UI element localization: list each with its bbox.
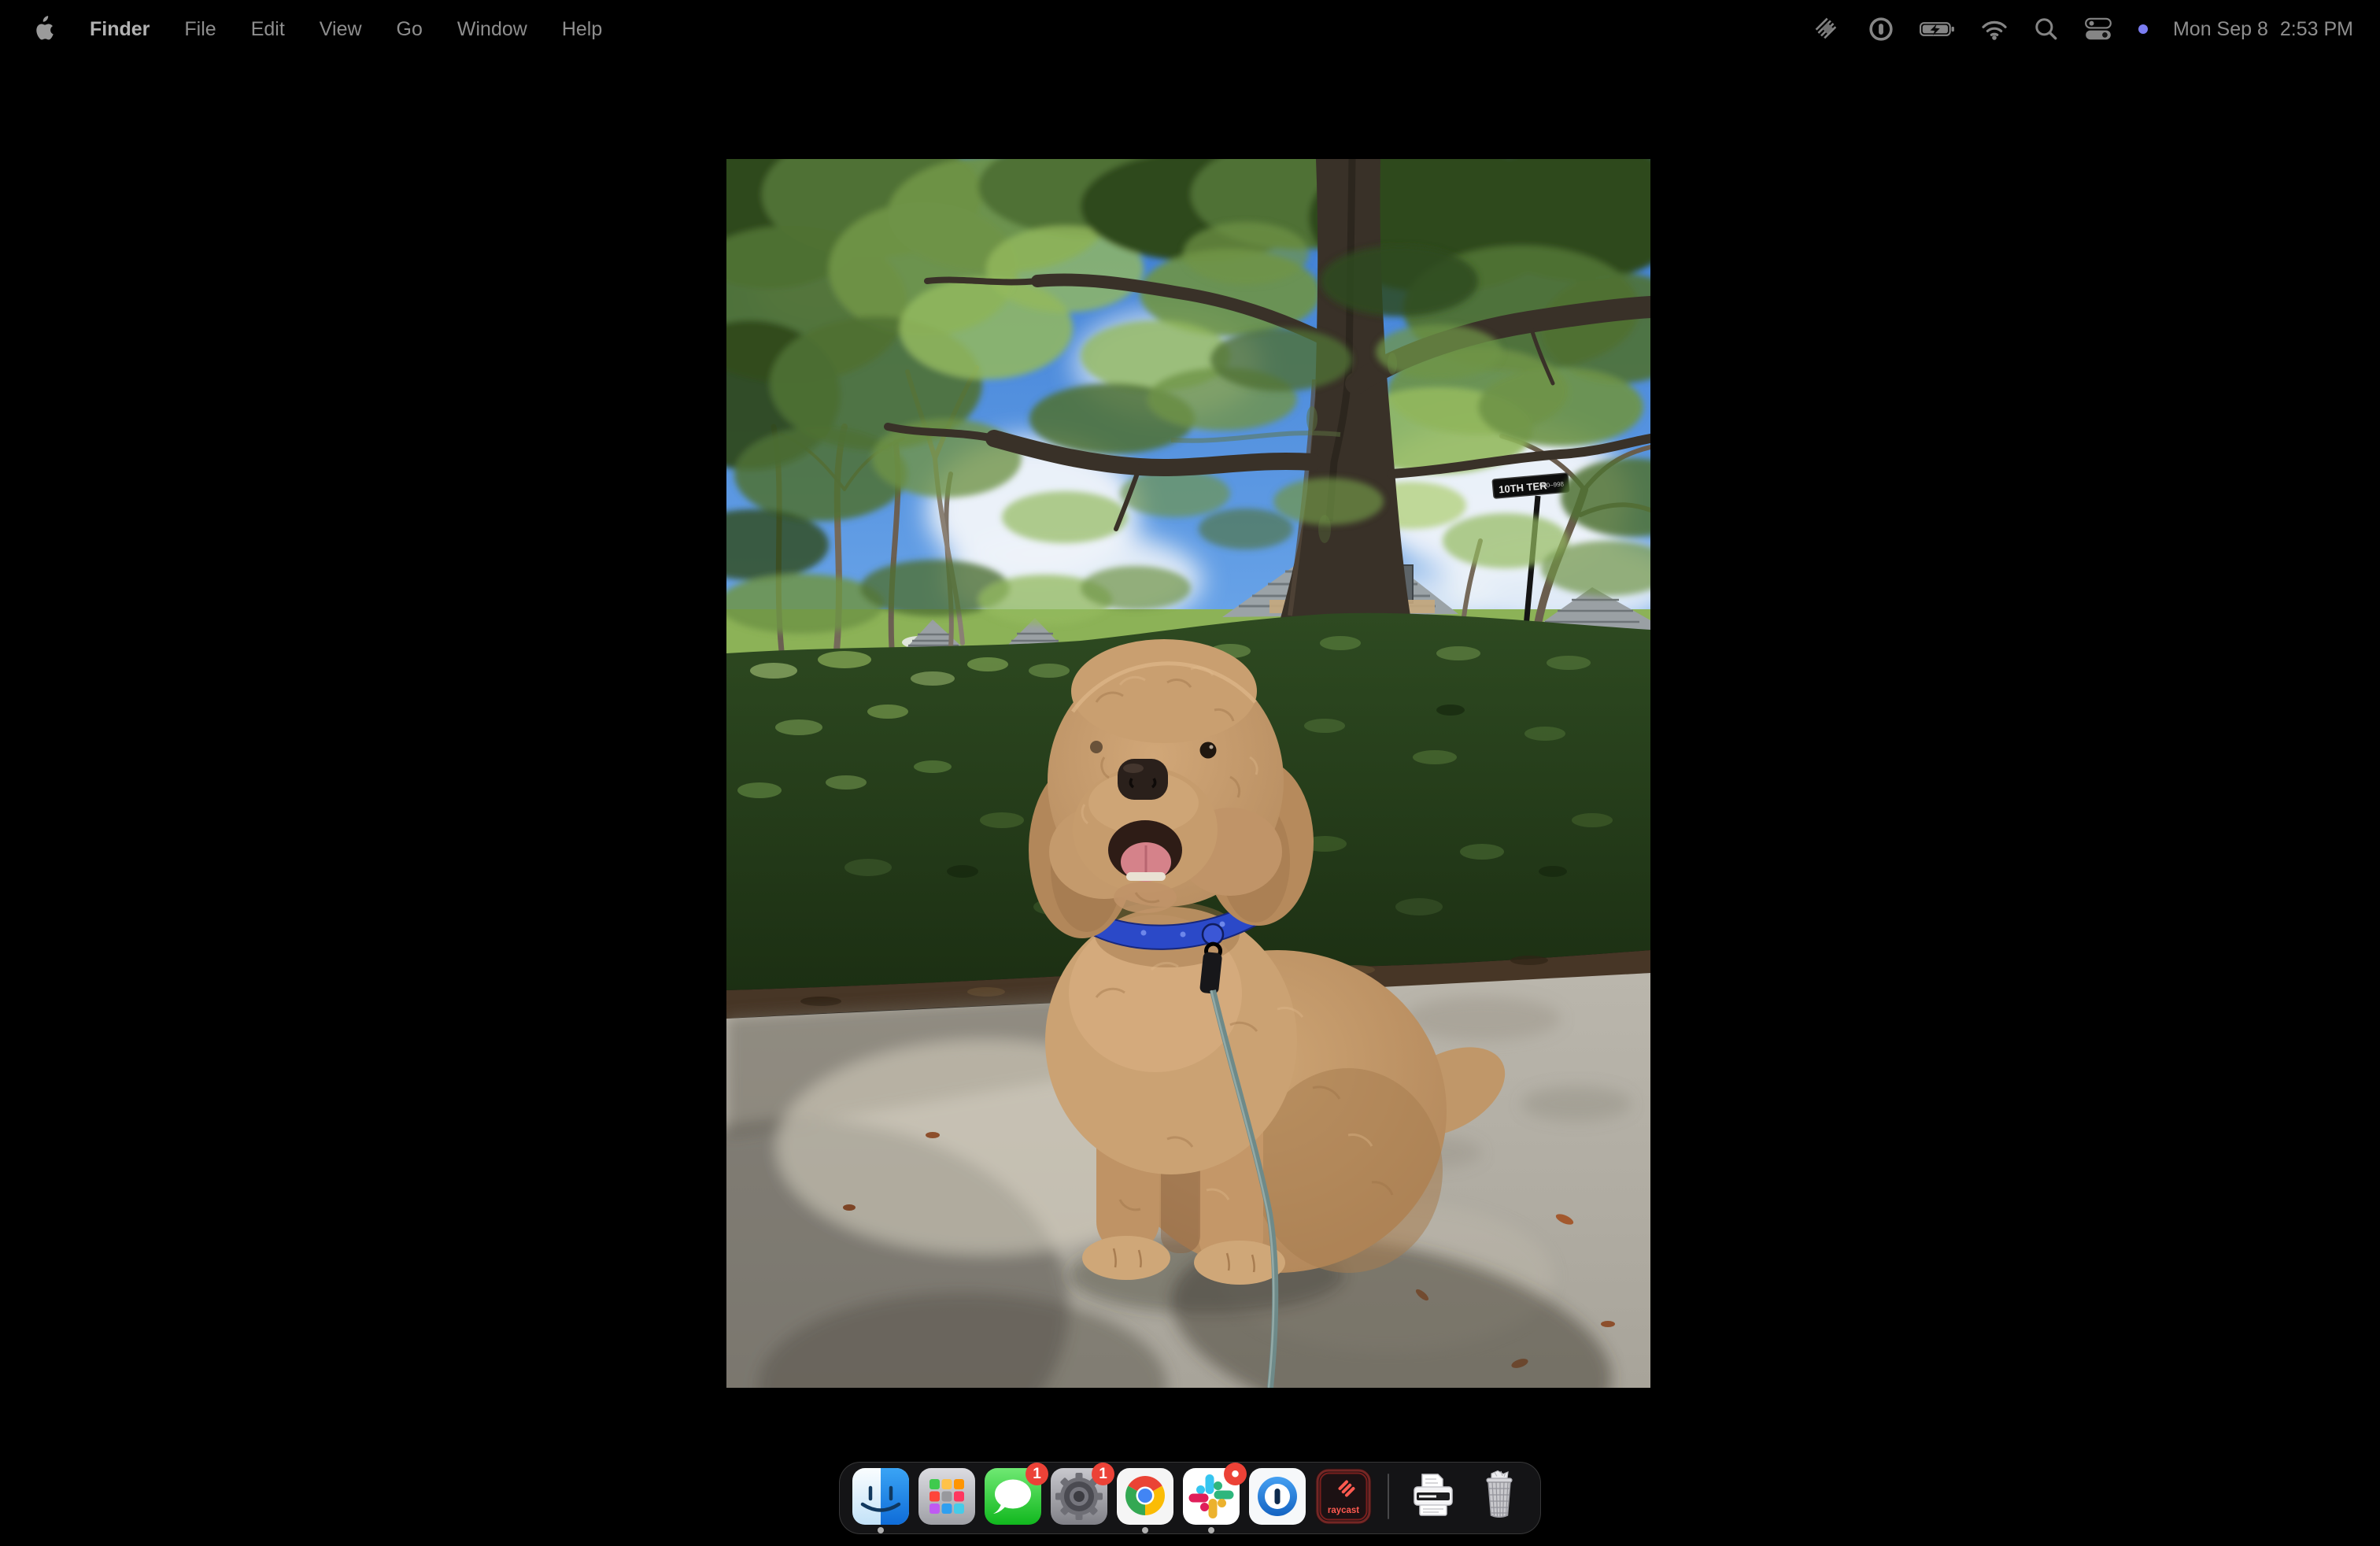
collar-tag bbox=[1203, 924, 1223, 945]
running-indicator bbox=[1142, 1527, 1148, 1533]
apple-menu[interactable] bbox=[31, 16, 55, 43]
battery-charging-icon[interactable] bbox=[1920, 20, 1956, 39]
dock-slack-icon[interactable]: • bbox=[1183, 1468, 1240, 1525]
dock-launchpad-icon[interactable] bbox=[918, 1468, 975, 1525]
badge-count: 1 bbox=[1026, 1463, 1048, 1485]
dock-printer-icon[interactable] bbox=[1405, 1468, 1462, 1525]
dog-nose bbox=[1118, 759, 1168, 800]
purple-status-dot bbox=[2137, 23, 2149, 35]
clock-time: 2:53 PM bbox=[2280, 18, 2353, 41]
menu-bar: Finder File Edit View Go Window Help bbox=[0, 0, 2380, 58]
dog-eye-right bbox=[1200, 742, 1217, 759]
menu-view[interactable]: View bbox=[320, 18, 362, 41]
dock-1password-icon[interactable] bbox=[1249, 1468, 1306, 1525]
dock-raycast-icon[interactable]: raycast bbox=[1315, 1468, 1372, 1525]
menu-edit[interactable]: Edit bbox=[251, 18, 285, 41]
dog-eye-left bbox=[1090, 741, 1103, 753]
menubar-clock[interactable]: Mon Sep 8 2:53 PM bbox=[2173, 18, 2353, 41]
menu-help[interactable]: Help bbox=[562, 18, 602, 41]
menu-finder[interactable]: Finder bbox=[90, 18, 150, 41]
badge-unread-dot: • bbox=[1224, 1463, 1247, 1485]
menu-go[interactable]: Go bbox=[397, 18, 423, 41]
spotlight-search-icon[interactable] bbox=[2033, 16, 2060, 43]
photo-viewer: 10TH TER 900–998 bbox=[726, 159, 1650, 1388]
menu-file[interactable]: File bbox=[184, 18, 216, 41]
control-center-icon[interactable] bbox=[2083, 17, 2113, 42]
dock-system-settings-icon[interactable]: 1 bbox=[1051, 1468, 1107, 1525]
apple-logo-icon bbox=[31, 16, 55, 43]
running-indicator bbox=[878, 1527, 884, 1533]
running-indicator bbox=[1208, 1527, 1214, 1533]
menu-window[interactable]: Window bbox=[457, 18, 527, 41]
menu-bar-status: Mon Sep 8 2:53 PM bbox=[1811, 13, 2353, 45]
dock-chrome-icon[interactable] bbox=[1117, 1468, 1173, 1525]
dock-finder-icon[interactable] bbox=[852, 1468, 909, 1525]
menu-bar-menus: Finder File Edit View Go Window Help bbox=[31, 16, 602, 43]
dog-paw-left bbox=[1082, 1236, 1170, 1280]
onepassword-menubar-icon[interactable] bbox=[1866, 14, 1896, 44]
striped-diamond-icon[interactable] bbox=[1811, 13, 1842, 45]
dock-messages-icon[interactable]: 1 bbox=[985, 1468, 1041, 1525]
clock-date: Mon Sep 8 bbox=[2173, 18, 2268, 41]
dock-divider bbox=[1388, 1474, 1389, 1519]
raycast-label: raycast bbox=[1328, 1506, 1359, 1515]
wifi-icon[interactable] bbox=[1979, 18, 2009, 40]
dock: 1 bbox=[839, 1462, 1541, 1534]
dog-park-photo: 10TH TER 900–998 bbox=[726, 159, 1650, 1388]
dog-teeth bbox=[1126, 872, 1166, 881]
dock-trash-icon[interactable] bbox=[1471, 1468, 1528, 1525]
badge-count: 1 bbox=[1092, 1463, 1114, 1485]
